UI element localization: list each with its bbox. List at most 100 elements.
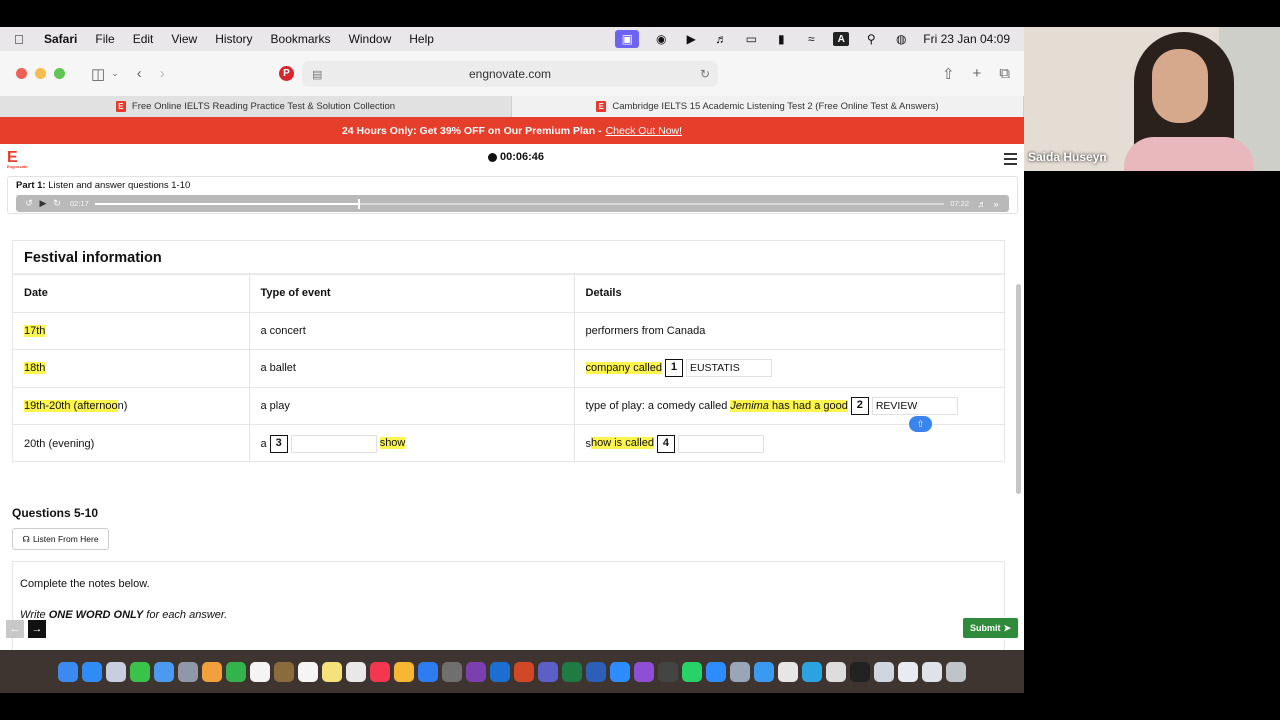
photos-icon[interactable] (202, 661, 222, 682)
event-text-post: show (379, 437, 406, 450)
submit-button[interactable]: Submit ➤ (963, 618, 1018, 638)
pages-icon[interactable] (394, 661, 414, 682)
apple-icon[interactable]:  (14, 32, 36, 47)
recent-doc-3-icon[interactable] (922, 661, 942, 682)
listen-from-here-button[interactable]: ☊ Listen From Here (12, 528, 109, 550)
powerpoint-icon[interactable] (514, 661, 534, 682)
whatsapp-icon[interactable] (682, 661, 702, 682)
system-settings-icon[interactable] (442, 661, 462, 682)
engnovate-logo[interactable]: E Engnovate (7, 149, 29, 169)
reminders-icon[interactable] (298, 661, 318, 682)
recent-doc-2-icon[interactable] (898, 661, 918, 682)
cloud-icon[interactable] (754, 661, 774, 682)
zoom-window-button[interactable] (54, 68, 65, 79)
scroll-top-button[interactable]: ⇧ (909, 416, 932, 432)
menubar-clock[interactable]: Fri 23 Jan 04:09 (923, 32, 1010, 46)
promo-link[interactable]: Check Out Now! (606, 125, 682, 137)
screen:  Safari File Edit View History Bookmark… (0, 0, 1280, 720)
teams-icon[interactable] (538, 661, 558, 682)
play-pause-button[interactable]: ▶ (36, 198, 50, 209)
cell-date: 20th (evening) (13, 424, 249, 462)
previous-part-button[interactable]: ← (6, 620, 24, 638)
display-icon[interactable]: ▭ (743, 32, 759, 46)
answer-input-4[interactable] (677, 434, 764, 453)
menu-window[interactable]: Window (349, 32, 392, 46)
skip-icon[interactable]: » (989, 199, 1003, 209)
chevron-down-icon[interactable]: ⌄ (111, 68, 119, 79)
cell-date: 19th-20th (afternoon) (13, 386, 249, 425)
recent-window-icon[interactable] (850, 661, 870, 682)
back-icon[interactable]: ‹ (137, 65, 142, 82)
contacts-icon[interactable] (274, 661, 294, 682)
word-icon[interactable] (586, 661, 606, 682)
recent-doc-icon[interactable] (874, 661, 894, 682)
close-window-button[interactable] (16, 68, 27, 79)
answer-input-2[interactable]: REVIEW (871, 396, 958, 415)
podcasts-icon[interactable] (634, 661, 654, 682)
new-tab-icon[interactable]: + (973, 65, 982, 83)
minimize-window-button[interactable] (35, 68, 46, 79)
screen-share-icon[interactable]: ▣ (615, 30, 640, 48)
notes-icon[interactable] (322, 661, 342, 682)
search-icon[interactable]: ⚲ (863, 32, 879, 46)
telegram-icon[interactable] (802, 661, 822, 682)
volume-icon[interactable]: ♬ (713, 32, 729, 46)
cell-details: type of play: a comedy called Jemima has… (573, 386, 1004, 425)
pinterest-icon[interactable]: P (279, 66, 294, 81)
tab-cambridge-listening[interactable]: E Cambridge IELTS 15 Academic Listening … (512, 96, 1024, 117)
seek-handle[interactable] (358, 198, 361, 209)
answer-input-3[interactable] (290, 434, 377, 453)
address-bar[interactable]: ▤ engnovate.com ↻ (302, 61, 718, 87)
maps-icon[interactable] (178, 661, 198, 682)
audio-seek-bar[interactable] (94, 198, 945, 209)
recent-item-icon[interactable] (826, 661, 846, 682)
facetime-icon[interactable] (226, 661, 246, 682)
zoom-meeting-icon[interactable] (706, 661, 726, 682)
wifi-icon[interactable]: ≈ (803, 32, 819, 46)
next-part-button[interactable]: → (28, 620, 46, 638)
menu-history[interactable]: History (215, 32, 252, 46)
safari-icon[interactable] (82, 661, 102, 682)
calendar-icon[interactable] (250, 661, 270, 682)
music-icon[interactable] (370, 661, 390, 682)
input-source-icon[interactable]: A (833, 32, 850, 46)
sidebar-icon[interactable]: ◫ (91, 65, 105, 83)
answer-input-1[interactable]: EUSTATIS (685, 359, 772, 378)
app-store-icon[interactable] (418, 661, 438, 682)
forward-icon[interactable]: ↻ (50, 198, 64, 209)
reload-icon[interactable]: ↻ (700, 67, 710, 81)
menu-bookmarks[interactable]: Bookmarks (271, 32, 331, 46)
menu-help[interactable]: Help (409, 32, 434, 46)
forward-icon[interactable]: › (160, 65, 165, 82)
menu-app-name[interactable]: Safari (44, 32, 77, 46)
site-settings-icon[interactable]: ▤ (312, 68, 322, 81)
tab-ielts-reading[interactable]: E Free Online IELTS Reading Practice Tes… (0, 96, 512, 117)
menu-view[interactable]: View (171, 32, 197, 46)
quicktime-icon[interactable] (658, 661, 678, 682)
trash-icon[interactable] (946, 661, 966, 682)
mail-icon[interactable] (154, 661, 174, 682)
excel-icon[interactable] (562, 661, 582, 682)
play-icon[interactable]: ▶ (683, 32, 699, 46)
menu-file[interactable]: File (95, 32, 114, 46)
battery-icon[interactable]: ▮ (773, 32, 789, 46)
hamburger-menu-icon[interactable] (1004, 153, 1017, 168)
outlook-icon[interactable] (490, 661, 510, 682)
tab-overview-icon[interactable]: ⧉ (999, 65, 1010, 83)
zoom-icon[interactable] (610, 661, 630, 682)
cell-event: a concert (248, 311, 574, 350)
messages-icon[interactable] (130, 661, 150, 682)
onenote-icon[interactable] (466, 661, 486, 682)
share-icon[interactable]: ⇧ (942, 65, 955, 83)
rewind-icon[interactable]: ↺ (22, 198, 36, 209)
calendar-status-icon[interactable]: ◉ (653, 32, 669, 46)
volume-icon[interactable]: ♬ (975, 199, 989, 209)
freeform-icon[interactable] (346, 661, 366, 682)
finder-icon[interactable] (58, 661, 78, 682)
launchpad-icon[interactable] (106, 661, 126, 682)
control-center-icon[interactable]: ◍ (893, 32, 909, 46)
menu-edit[interactable]: Edit (133, 32, 154, 46)
mail-app-icon[interactable] (778, 661, 798, 682)
screenshot-icon[interactable] (730, 661, 750, 682)
page-scrollbar[interactable] (1016, 284, 1021, 494)
